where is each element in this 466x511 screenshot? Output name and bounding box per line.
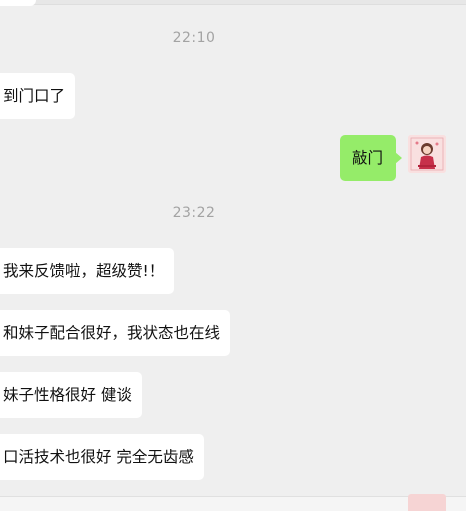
partial-avatar (408, 494, 446, 511)
incoming-message[interactable]: 到门口了 (0, 73, 76, 119)
incoming-message[interactable]: 我来反馈啦，超级赞!！ (0, 248, 175, 294)
incoming-message[interactable]: 口活技术也很好 完全无齿感 (0, 434, 204, 480)
top-divider (0, 0, 466, 5)
input-bar-edge (0, 496, 466, 511)
outgoing-message[interactable]: 敲门 (340, 135, 402, 181)
incoming-message[interactable]: 妹子性格很好 健谈 (0, 372, 142, 418)
previous-message-bubble-edge (0, 0, 36, 6)
timestamp: 23:22 (172, 205, 216, 221)
anime-girl-avatar-icon[interactable] (408, 135, 446, 173)
incoming-message[interactable]: 和妹子配合很好，我状态也在线 (0, 310, 231, 356)
timestamp: 22:10 (172, 30, 216, 46)
chat-message-area[interactable]: 22:10 到门口了 敲门 23:22 我来反馈啦，超级赞!！ 和妹子配合很好，… (0, 0, 466, 511)
